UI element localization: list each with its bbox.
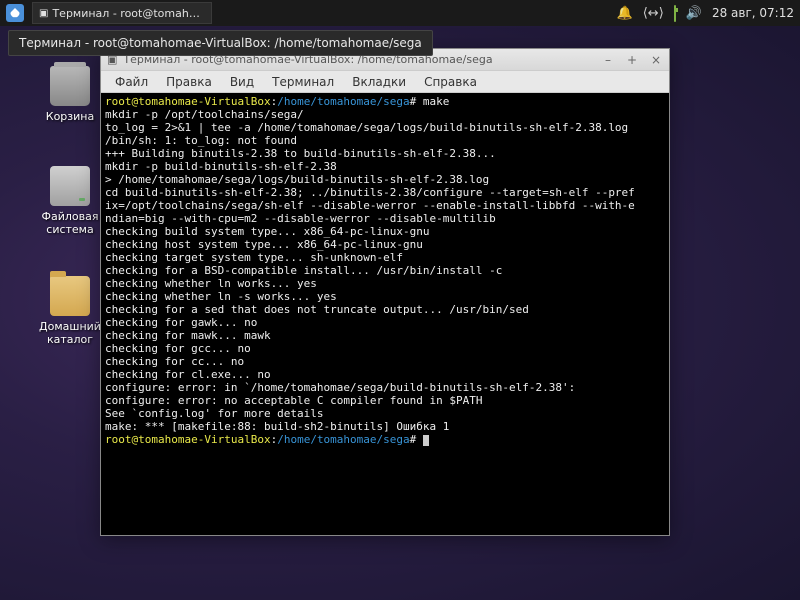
terminal-content[interactable]: root@tomahomae-VirtualBox:/home/tomahoma…	[101, 93, 669, 535]
prompt-user: root@tomahomae-VirtualBox	[105, 433, 271, 446]
command: make	[423, 95, 450, 108]
terminal-icon: ▣	[39, 8, 48, 19]
battery-icon[interactable]	[674, 6, 676, 21]
trash-icon	[50, 66, 90, 106]
terminal-line: make: *** [makefile:88: build-sh2-binuti…	[105, 420, 449, 433]
clock[interactable]: 28 авг, 07:12	[712, 6, 794, 20]
terminal-line: checking for gcc... no	[105, 342, 251, 355]
desktop-icon-trash[interactable]: Корзина	[30, 66, 110, 123]
terminal-line: checking target system type... sh-unknow…	[105, 251, 403, 264]
terminal-line: checking for cc... no	[105, 355, 244, 368]
desktop-icon-filesystem[interactable]: Файловая система	[30, 166, 110, 236]
maximize-button[interactable]: +	[625, 53, 639, 67]
drive-icon	[50, 166, 90, 206]
folder-icon	[50, 276, 90, 316]
terminal-line: checking for a BSD-compatible install...…	[105, 264, 502, 277]
desktop-icon-label: Домашний каталог	[30, 320, 110, 346]
taskbar-item-terminal[interactable]: ▣ Терминал - root@tomahom...	[32, 2, 212, 24]
terminal-line: See `config.log' for more details	[105, 407, 324, 420]
terminal-line: configure: error: in `/home/tomahomae/se…	[105, 381, 575, 394]
prompt-path: /home/tomahomae/sega	[277, 95, 409, 108]
terminal-line: mkdir -p /opt/toolchains/sega/	[105, 108, 304, 121]
volume-icon[interactable]: 🔊	[686, 6, 702, 21]
minimize-button[interactable]: –	[601, 53, 615, 67]
taskbar-item-label: Терминал - root@tomahom...	[52, 7, 205, 20]
terminal-line: ix=/opt/toolchains/sega/sh-elf --disable…	[105, 199, 635, 212]
notifications-icon[interactable]: 🔔	[617, 6, 633, 21]
top-panel: ▣ Терминал - root@tomahom... 🔔 ⟨↔⟩ 🔊 28 …	[0, 0, 800, 26]
menu-terminal[interactable]: Терминал	[264, 73, 342, 91]
terminal-line: checking host system type... x86_64-pc-l…	[105, 238, 423, 251]
desktop-icon-label: Корзина	[30, 110, 110, 123]
close-button[interactable]: ×	[649, 53, 663, 67]
taskbar-tooltip: Терминал - root@tomahomae-VirtualBox: /h…	[8, 30, 433, 56]
desktop-icon-label: Файловая система	[30, 210, 110, 236]
terminal-line: > /home/tomahomae/sega/logs/build-binuti…	[105, 173, 489, 186]
desktop-icon-home[interactable]: Домашний каталог	[30, 276, 110, 346]
terminal-line: checking for a sed that does not truncat…	[105, 303, 529, 316]
terminal-line: checking build system type... x86_64-pc-…	[105, 225, 430, 238]
prompt-user: root@tomahomae-VirtualBox	[105, 95, 271, 108]
terminal-line: checking for gawk... no	[105, 316, 257, 329]
menu-file[interactable]: Файл	[107, 73, 156, 91]
terminal-line: +++ Building binutils-2.38 to build-binu…	[105, 147, 496, 160]
panel-right: 🔔 ⟨↔⟩ 🔊 28 авг, 07:12	[617, 6, 794, 21]
applications-menu-icon[interactable]	[6, 4, 24, 22]
terminal-line: mkdir -p build-binutils-sh-elf-2.38	[105, 160, 337, 173]
cursor	[423, 435, 429, 446]
terminal-line: checking whether ln -s works... yes	[105, 290, 337, 303]
menubar: Файл Правка Вид Терминал Вкладки Справка	[101, 71, 669, 93]
terminal-line: checking whether ln works... yes	[105, 277, 317, 290]
terminal-line: checking for cl.exe... no	[105, 368, 271, 381]
terminal-line: checking for mawk... mawk	[105, 329, 271, 342]
network-icon[interactable]: ⟨↔⟩	[643, 6, 664, 21]
terminal-line: configure: error: no acceptable C compil…	[105, 394, 483, 407]
window-buttons: – + ×	[601, 53, 663, 67]
menu-tabs[interactable]: Вкладки	[344, 73, 414, 91]
terminal-line: cd build-binutils-sh-elf-2.38; ../binuti…	[105, 186, 635, 199]
menu-edit[interactable]: Правка	[158, 73, 220, 91]
prompt-path: /home/tomahomae/sega	[277, 433, 409, 446]
terminal-line: /bin/sh: 1: to_log: not found	[105, 134, 297, 147]
terminal-window: ▣ Терминал - root@tomahomae-VirtualBox: …	[100, 48, 670, 536]
terminal-line: to_log = 2>&1 | tee -a /home/tomahomae/s…	[105, 121, 628, 134]
panel-left: ▣ Терминал - root@tomahom...	[6, 2, 212, 24]
menu-help[interactable]: Справка	[416, 73, 485, 91]
menu-view[interactable]: Вид	[222, 73, 262, 91]
terminal-line: ndian=big --with-cpu=m2 --disable-werror…	[105, 212, 496, 225]
